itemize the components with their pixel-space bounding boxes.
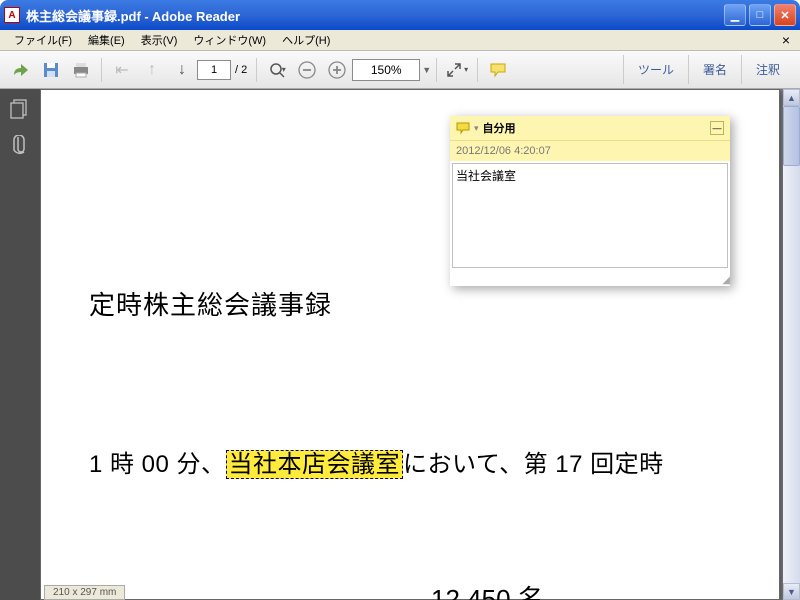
minimize-button[interactable]: ▁: [724, 4, 746, 26]
content-area: 定時株主総会議事録 1 時 00 分、当社本店会議室において、第 17 回定時 …: [0, 89, 800, 600]
prev-page-icon[interactable]: ↑: [138, 56, 166, 84]
toolbar-right: ツール 署名 注釈: [623, 55, 794, 84]
pdf-icon: A: [4, 7, 20, 23]
separator: [436, 58, 437, 82]
sticky-note-popup[interactable]: ▾ 自分用 — 2012/12/06 4:20:07 ◢: [450, 116, 730, 286]
vertical-scrollbar[interactable]: ▲ ▼: [783, 89, 800, 600]
zoom-out-icon[interactable]: [293, 56, 321, 84]
separator: [256, 58, 257, 82]
first-page-icon[interactable]: ⇤: [108, 56, 136, 84]
save-icon[interactable]: [37, 56, 65, 84]
note-owner-label: 自分用: [483, 120, 516, 136]
page-number-input[interactable]: [197, 60, 231, 80]
menu-bar: ファイル(F) 編集(E) 表示(V) ウィンドウ(W) ヘルプ(H) ×: [0, 30, 800, 51]
reading-mode-icon[interactable]: ▾: [443, 56, 471, 84]
comment-button[interactable]: 注釈: [741, 55, 794, 84]
menu-edit[interactable]: 編集(E): [80, 30, 133, 50]
scroll-up-button[interactable]: ▲: [783, 89, 800, 106]
sign-button[interactable]: 署名: [688, 55, 741, 84]
print-icon[interactable]: [67, 56, 95, 84]
menu-help[interactable]: ヘルプ(H): [274, 30, 338, 50]
toolbar: ⇤ ↑ ↓ / 2 ▾ ▼ ▾ ツール 署名 注釈: [0, 51, 800, 89]
note-options-icon[interactable]: ▾: [474, 123, 479, 134]
stats-block: 12,450 名 230,602 個 267 名 55,860 個: [431, 579, 779, 600]
text-before: 1 時 00 分、: [89, 451, 226, 478]
note-header: ▾ 自分用 —: [450, 116, 730, 141]
page-total-label: / 2: [235, 64, 247, 76]
note-body: [450, 161, 730, 275]
document-viewport[interactable]: 定時株主総会議事録 1 時 00 分、当社本店会議室において、第 17 回定時 …: [40, 89, 783, 600]
window-title: 株主総会議事録.pdf - Adobe Reader: [26, 6, 724, 25]
menu-file[interactable]: ファイル(F): [6, 30, 80, 50]
note-text-input[interactable]: [452, 163, 728, 268]
highlighted-text[interactable]: 当社本店会議室: [226, 450, 404, 479]
zoom-in-icon[interactable]: [323, 56, 351, 84]
document-heading: 定時株主総会議事録: [89, 285, 779, 322]
menubar-close-button[interactable]: ×: [778, 32, 794, 48]
window-controls: ▁ □ ✕: [724, 4, 796, 26]
stat-line: 12,450 名: [431, 579, 779, 600]
zoom-marquee-icon[interactable]: ▾: [263, 56, 291, 84]
note-icon: [456, 121, 470, 135]
comment-bubble-icon[interactable]: [484, 56, 512, 84]
menu-view[interactable]: 表示(V): [133, 30, 186, 50]
next-page-icon[interactable]: ↓: [168, 56, 196, 84]
window-titlebar: A 株主総会議事録.pdf - Adobe Reader ▁ □ ✕: [0, 0, 800, 30]
separator: [101, 58, 102, 82]
pages-panel-icon[interactable]: [10, 99, 30, 119]
note-minimize-button[interactable]: —: [710, 121, 724, 135]
zoom-level-select[interactable]: [352, 59, 420, 81]
menu-window[interactable]: ウィンドウ(W): [185, 30, 274, 50]
sidebar: [0, 89, 40, 600]
close-button[interactable]: ✕: [774, 4, 796, 26]
tools-button[interactable]: ツール: [623, 55, 688, 84]
export-icon[interactable]: [7, 56, 35, 84]
attachments-icon[interactable]: [10, 135, 30, 155]
resize-grip-icon[interactable]: ◢: [450, 275, 730, 286]
page-dimensions-label: 210 x 297 mm: [44, 585, 125, 600]
maximize-button[interactable]: □: [749, 4, 771, 26]
scroll-down-button[interactable]: ▼: [783, 583, 800, 600]
separator: [477, 58, 478, 82]
body-text-line: 1 時 00 分、当社本店会議室において、第 17 回定時: [89, 444, 779, 479]
text-after: において、第 17 回定時: [403, 451, 664, 478]
note-timestamp: 2012/12/06 4:20:07: [450, 141, 730, 161]
scroll-thumb[interactable]: [783, 106, 800, 166]
